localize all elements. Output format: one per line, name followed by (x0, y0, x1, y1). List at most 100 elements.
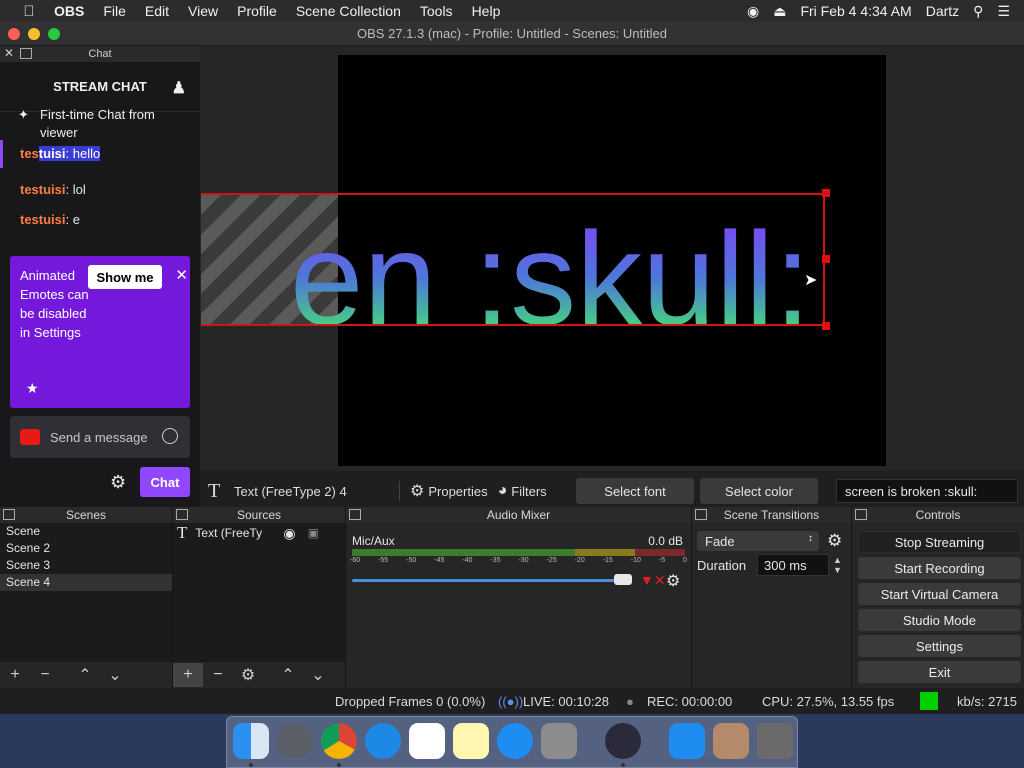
eject-icon[interactable]: ⏏ (773, 3, 786, 20)
obs-main-window: ✕ Chat STREAM CHAT ♟ ✦ First-time Chat f… (0, 46, 1024, 714)
move-scene-up-icon[interactable]: ⌃ (70, 665, 100, 685)
chat-message[interactable]: testuisi: hello (20, 146, 101, 161)
menu-app-name[interactable]: OBS (54, 3, 84, 19)
float-dock-icon[interactable] (20, 48, 32, 59)
source-properties-gear-icon[interactable]: ⚙ (233, 665, 263, 685)
downloads-stack-icon[interactable] (713, 723, 749, 759)
obs-icon[interactable] (605, 723, 641, 759)
lock-icon[interactable]: ▣ (308, 526, 319, 540)
app-store-folder-icon[interactable] (669, 723, 705, 759)
add-source-icon[interactable]: + (173, 663, 203, 687)
chat-username[interactable]: testuisi (20, 182, 66, 197)
settings-button[interactable]: Settings (858, 635, 1021, 657)
menu-help[interactable]: Help (472, 3, 501, 19)
control-center-icon[interactable]: ☰ (997, 3, 1010, 20)
close-window-button[interactable] (8, 28, 20, 40)
system-preferences-icon[interactable] (541, 723, 577, 759)
float-dock-icon[interactable] (176, 509, 188, 520)
move-scene-down-icon[interactable]: ⌄ (100, 665, 130, 685)
scenes-list[interactable]: Scene Scene 2 Scene 3 Scene 4 (0, 523, 172, 662)
close-dock-icon[interactable]: ✕ (4, 46, 14, 60)
recording-dot-icon: ● (626, 694, 634, 709)
chat-message-text: : e (65, 212, 80, 227)
exit-button[interactable]: Exit (858, 661, 1021, 683)
menu-clock[interactable]: Fri Feb 4 4:34 AM (800, 3, 911, 19)
obs-tray-icon[interactable]: ◉ (747, 3, 759, 20)
menu-file[interactable]: File (103, 3, 126, 19)
finder-icon[interactable] (233, 723, 269, 759)
apple-icon[interactable]:  (20, 3, 38, 20)
select-font-button[interactable]: Select font (576, 478, 694, 504)
chat-message-input[interactable]: Send a message (10, 416, 190, 458)
stop-streaming-button[interactable]: Stop Streaming (858, 531, 1021, 553)
scene-item[interactable]: Scene 3 (0, 557, 172, 574)
close-promo-icon[interactable]: ✕ (175, 266, 188, 284)
meter-tick: -40 (462, 557, 473, 564)
safari-icon[interactable] (365, 723, 401, 759)
show-me-button[interactable]: Show me (88, 265, 162, 289)
launchpad-icon[interactable] (277, 723, 313, 759)
zoom-window-button[interactable] (48, 28, 60, 40)
chat-username[interactable]: testuisi (20, 212, 66, 227)
spotlight-search-icon[interactable]: ⚲ (973, 3, 983, 20)
text-source-input[interactable]: screen is broken :skull: (836, 479, 1018, 503)
start-recording-button[interactable]: Start Recording (858, 557, 1021, 579)
scene-item[interactable]: Scene 2 (0, 540, 172, 557)
float-dock-icon[interactable] (349, 509, 361, 520)
send-chat-button[interactable]: Chat (140, 467, 190, 497)
transition-gear-icon[interactable]: ⚙ (827, 531, 842, 551)
trash-icon[interactable] (757, 723, 793, 759)
duration-stepper-icon[interactable]: ▲ ▼ (833, 555, 842, 575)
sources-list[interactable]: T Text (FreeTy ◉ ▣ (173, 523, 345, 662)
notes-icon[interactable] (453, 723, 489, 759)
scene-item[interactable]: Scene (0, 523, 172, 540)
volume-slider-track[interactable] (352, 579, 623, 582)
volume-slider-handle[interactable] (614, 574, 632, 585)
remove-source-icon[interactable]: − (203, 666, 233, 684)
float-dock-icon[interactable] (3, 509, 15, 520)
filters-label: Filters (511, 483, 547, 499)
resize-handle-bottom-right[interactable] (822, 322, 830, 330)
menu-tools[interactable]: Tools (420, 3, 453, 19)
muted-speaker-icon[interactable]: ▼✕ (640, 572, 666, 589)
move-source-up-icon[interactable]: ⌃ (273, 665, 303, 685)
emote-picker-icon[interactable] (162, 428, 178, 444)
filters-button[interactable]: ◕ Filters (498, 482, 547, 500)
chat-username[interactable]: tes (20, 146, 39, 161)
scene-item-selected[interactable]: Scene 4 (0, 574, 172, 591)
scenes-title: Scenes (65, 508, 107, 522)
menu-user[interactable]: Dartz (926, 3, 959, 19)
menu-view[interactable]: View (188, 3, 218, 19)
sources-dock-header: Sources (173, 507, 345, 523)
minimize-window-button[interactable] (28, 28, 40, 40)
meter-tick: -35 (490, 557, 501, 564)
mixer-gear-icon[interactable]: ⚙ (666, 571, 680, 591)
menu-scene-collection[interactable]: Scene Collection (296, 3, 401, 19)
community-icon[interactable]: ♟ (172, 78, 186, 98)
float-dock-icon[interactable] (855, 509, 867, 520)
calendar-icon[interactable] (409, 723, 445, 759)
add-scene-icon[interactable]: + (0, 666, 30, 684)
remove-scene-icon[interactable]: − (30, 666, 60, 684)
chat-message[interactable]: testuisi: lol (20, 182, 86, 197)
menu-profile[interactable]: Profile (237, 3, 277, 19)
chat-settings-gear-icon[interactable]: ⚙ (110, 472, 126, 493)
resize-handle-top-right[interactable] (822, 189, 830, 197)
duration-input[interactable]: 300 ms (757, 554, 829, 576)
float-dock-icon[interactable] (695, 509, 707, 520)
source-item[interactable]: T Text (FreeTy ◉ ▣ (173, 523, 345, 543)
studio-mode-button[interactable]: Studio Mode (858, 609, 1021, 631)
resize-handle-right[interactable] (822, 255, 830, 263)
transition-select[interactable]: Fade ↕ (697, 531, 819, 551)
source-context-bar: T Text (FreeType 2) 4 ⚙ Properties ◕ Filte… (200, 477, 1024, 505)
chat-input-placeholder: Send a message (50, 429, 148, 445)
start-virtual-camera-button[interactable]: Start Virtual Camera (858, 583, 1021, 605)
menu-edit[interactable]: Edit (145, 3, 169, 19)
chat-message[interactable]: testuisi: e (20, 212, 80, 227)
properties-button[interactable]: ⚙ Properties (410, 481, 488, 501)
app-store-icon[interactable] (497, 723, 533, 759)
select-color-button[interactable]: Select color (700, 478, 818, 504)
chrome-icon[interactable] (321, 723, 357, 759)
move-source-down-icon[interactable]: ⌄ (303, 665, 333, 685)
visibility-eye-icon[interactable]: ◉ (283, 525, 295, 542)
